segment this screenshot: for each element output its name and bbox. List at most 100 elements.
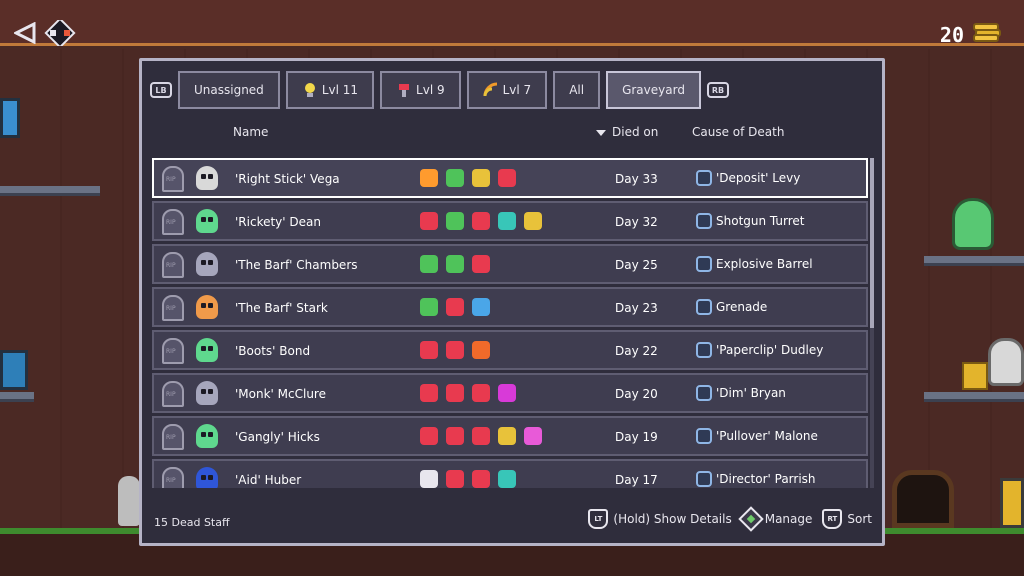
trait-icons bbox=[420, 169, 516, 187]
cause-label: Explosive Barrel bbox=[716, 257, 813, 271]
killer-icon bbox=[696, 342, 712, 358]
dungeon-door bbox=[892, 470, 954, 528]
skeleton-figure bbox=[118, 476, 140, 526]
column-header-died-on[interactable]: Died on bbox=[596, 125, 658, 139]
staff-portrait-icon bbox=[196, 166, 218, 190]
staff-portrait-icon bbox=[196, 252, 218, 276]
death-day: Day 23 bbox=[615, 301, 658, 315]
tombstone-icon bbox=[162, 166, 184, 192]
trait-icon bbox=[498, 384, 516, 402]
tab-label: Lvl 9 bbox=[416, 83, 445, 97]
staff-name: 'The Barf' Stark bbox=[235, 301, 328, 315]
manage-action[interactable]: Manage bbox=[737, 506, 812, 532]
list-scrollbar[interactable] bbox=[870, 158, 874, 488]
coin-count: 20 bbox=[939, 22, 964, 47]
green-monster-figure bbox=[952, 198, 994, 250]
tombstone-icon bbox=[162, 209, 184, 235]
back-button[interactable] bbox=[14, 20, 84, 46]
staff-name: 'The Barf' Chambers bbox=[235, 258, 358, 272]
death-day: Day 33 bbox=[615, 172, 658, 186]
trait-icon bbox=[446, 255, 464, 273]
rb-button[interactable]: RB bbox=[706, 82, 729, 98]
tab-lvl-11[interactable]: Lvl 11 bbox=[285, 71, 375, 109]
tab-lvl-7[interactable]: Lvl 7 bbox=[466, 71, 548, 109]
gold-pile bbox=[962, 362, 988, 390]
sort-action[interactable]: RT Sort bbox=[822, 509, 872, 529]
trait-icon bbox=[420, 470, 438, 488]
killer-icon bbox=[696, 385, 712, 401]
death-day: Day 17 bbox=[615, 473, 658, 487]
trait-icon bbox=[472, 169, 490, 187]
killer-icon bbox=[696, 299, 712, 315]
staff-row[interactable]: 'Boots' Bond Day 22 'Paperclip' Dudley bbox=[152, 330, 868, 370]
shelf-right-top bbox=[924, 256, 1024, 266]
sign-box bbox=[1000, 478, 1024, 528]
cause-label: Grenade bbox=[716, 300, 768, 314]
tab-unassigned[interactable]: Unassigned bbox=[178, 71, 280, 109]
staff-row[interactable]: 'The Barf' Stark Day 23 Grenade bbox=[152, 287, 868, 327]
trait-icon bbox=[498, 212, 516, 230]
death-day: Day 20 bbox=[615, 387, 658, 401]
tab-bar: LB Unassigned Lvl 11 Lvl 9 Lvl 7 All Gra bbox=[150, 71, 729, 109]
tombstone-icon bbox=[162, 424, 184, 450]
coin-stack-icon bbox=[972, 22, 1002, 47]
tombstone-icon bbox=[162, 252, 184, 278]
trait-icon bbox=[446, 341, 464, 359]
killer-icon bbox=[696, 170, 712, 186]
lb-button[interactable]: LB bbox=[150, 82, 172, 98]
trait-icon bbox=[420, 384, 438, 402]
staff-portrait-icon bbox=[196, 209, 218, 233]
trait-icon bbox=[498, 470, 516, 488]
trait-icon bbox=[446, 427, 464, 445]
tab-all[interactable]: All bbox=[553, 71, 601, 109]
staff-row[interactable]: 'The Barf' Chambers Day 25 Explosive Barre… bbox=[152, 244, 868, 284]
staff-row[interactable]: 'Aid' Huber Day 17 'Director' Parrish bbox=[152, 459, 868, 488]
trait-icons bbox=[420, 384, 516, 402]
top-wall-strip bbox=[0, 0, 1024, 46]
show-details-label: (Hold) Show Details bbox=[613, 512, 732, 526]
footer-actions: LT (Hold) Show Details Manage RT Sort bbox=[588, 506, 872, 532]
column-header-cause[interactable]: Cause of Death bbox=[692, 125, 784, 139]
wrench-icon bbox=[396, 82, 412, 98]
staff-row[interactable]: 'Rickety' Dean Day 32 Shotgun Turret bbox=[152, 201, 868, 241]
staff-portrait-icon bbox=[196, 295, 218, 319]
tab-lvl-9[interactable]: Lvl 9 bbox=[380, 71, 461, 109]
killer-icon bbox=[696, 256, 712, 272]
killer-icon bbox=[696, 428, 712, 444]
cause-of-death: Explosive Barrel bbox=[696, 256, 813, 272]
staff-name: 'Boots' Bond bbox=[235, 344, 311, 358]
column-header-name[interactable]: Name bbox=[233, 125, 268, 139]
show-details-action[interactable]: LT (Hold) Show Details bbox=[588, 509, 732, 529]
staff-row[interactable]: 'Right Stick' Vega Day 33 'Deposit' Levy bbox=[152, 158, 868, 198]
staff-row[interactable]: 'Monk' McClure Day 20 'Dim' Bryan bbox=[152, 373, 868, 413]
dpad-icon bbox=[40, 20, 80, 46]
trait-icon bbox=[524, 427, 542, 445]
trait-icon bbox=[524, 212, 542, 230]
cause-of-death: 'Pullover' Malone bbox=[696, 428, 818, 444]
staff-name: 'Gangly' Hicks bbox=[235, 430, 320, 444]
tab-label: Lvl 7 bbox=[502, 83, 532, 97]
skull-figure bbox=[988, 338, 1024, 386]
trait-icon bbox=[420, 212, 438, 230]
staff-name: 'Right Stick' Vega bbox=[235, 172, 340, 186]
staff-name: 'Monk' McClure bbox=[235, 387, 326, 401]
trait-icon bbox=[420, 341, 438, 359]
signal-icon bbox=[483, 82, 499, 98]
trait-icons bbox=[420, 255, 490, 273]
cause-of-death: 'Paperclip' Dudley bbox=[696, 342, 823, 358]
sort-down-icon bbox=[596, 129, 606, 136]
back-arrow-icon bbox=[14, 22, 36, 44]
rt-trigger-icon: RT bbox=[822, 509, 843, 529]
scrollbar-thumb[interactable] bbox=[870, 158, 874, 328]
trait-icons bbox=[420, 341, 490, 359]
cause-of-death: 'Dim' Bryan bbox=[696, 385, 786, 401]
trait-icon bbox=[446, 298, 464, 316]
tombstone-icon bbox=[162, 338, 184, 364]
tab-graveyard[interactable]: Graveyard bbox=[606, 71, 701, 109]
staff-portrait-icon bbox=[196, 381, 218, 405]
dpad-icon bbox=[737, 506, 764, 532]
tab-label: Unassigned bbox=[194, 83, 264, 97]
shelf-right-bottom bbox=[924, 392, 1024, 402]
staff-row[interactable]: 'Gangly' Hicks Day 19 'Pullover' Malone bbox=[152, 416, 868, 456]
dead-staff-list: 'Right Stick' VegaDay 33'Deposit' Levy'R… bbox=[152, 158, 870, 488]
